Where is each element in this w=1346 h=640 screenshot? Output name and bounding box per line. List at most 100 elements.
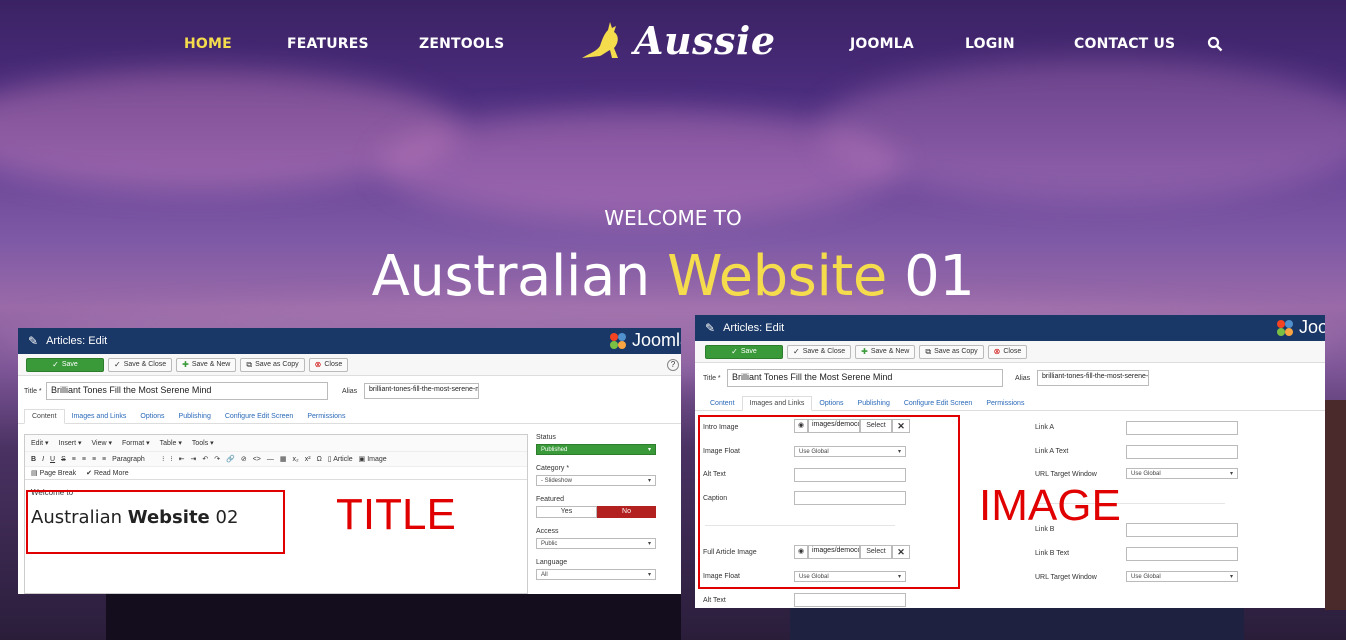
save-new-button[interactable]: ✚ Save & New: [176, 357, 237, 372]
close-button[interactable]: ⊗ Close: [987, 344, 1028, 359]
image-button[interactable]: ▣ Image: [359, 455, 387, 463]
save-button[interactable]: ✓ Save: [705, 344, 783, 359]
menu-format[interactable]: Format ▾: [122, 439, 150, 447]
omega-icon[interactable]: Ω: [317, 456, 322, 463]
tab-options[interactable]: Options: [133, 410, 171, 423]
strikethrough-icon[interactable]: S: [61, 456, 66, 463]
editor-menubar: Edit ▾ Insert ▾ View ▾ Format ▾ Table ▾ …: [25, 435, 527, 452]
editor-header-title: Articles: Edit: [46, 335, 108, 347]
tab-options[interactable]: Options: [812, 397, 850, 410]
save-close-button[interactable]: ✓ Save & Close: [787, 344, 852, 359]
alt-text2-input[interactable]: [794, 593, 906, 607]
table-icon[interactable]: ▦: [280, 455, 287, 463]
joomla-icon: [1277, 319, 1293, 336]
title-label: Title *: [24, 387, 42, 395]
italic-icon[interactable]: I: [42, 456, 44, 463]
subscript-icon[interactable]: x₂: [293, 456, 299, 463]
nav-contact-us[interactable]: CONTACT US: [1074, 36, 1175, 52]
url-target2-label: URL Target Window: [1035, 574, 1097, 581]
url-target-select[interactable]: Use Global ▾: [1126, 468, 1238, 479]
alias-input[interactable]: brilliant-tones-fill-the-most-serene-m: [364, 383, 479, 399]
featured-toggle: Yes No: [536, 506, 656, 518]
site-logo[interactable]: Aussie: [578, 16, 776, 64]
link-a-text-label: Link A Text: [1035, 448, 1069, 455]
access-select[interactable]: Public ▾: [536, 538, 656, 549]
search-icon[interactable]: [1207, 36, 1223, 52]
logo-text: Aussie: [634, 17, 776, 63]
top-navigation: HOME FEATURES ZENTOOLS Aussie JOOMLA LOG…: [0, 0, 1346, 90]
number-list-icon[interactable]: ⁝: [170, 455, 172, 463]
category-select[interactable]: - Slideshow ▾: [536, 475, 656, 486]
title-input[interactable]: Brilliant Tones Fill the Most Serene Min…: [727, 369, 1003, 387]
tab-images-links[interactable]: Images and Links: [65, 410, 134, 423]
superscript-icon[interactable]: x²: [305, 456, 311, 463]
save-copy-button[interactable]: ⧉ Save as Copy: [240, 357, 305, 372]
article-button[interactable]: ▯ Article: [328, 455, 353, 463]
link-a-text-input[interactable]: [1126, 445, 1238, 459]
nav-joomla[interactable]: JOOMLA: [850, 36, 914, 52]
link-a-input[interactable]: [1126, 421, 1238, 435]
menu-insert[interactable]: Insert ▾: [59, 439, 82, 447]
nav-home[interactable]: HOME: [184, 36, 232, 52]
menu-view[interactable]: View ▾: [92, 439, 113, 447]
help-icon[interactable]: ?: [667, 358, 679, 371]
tab-images-links[interactable]: Images and Links: [741, 396, 813, 411]
joomla-icon: [610, 332, 626, 349]
outdent-icon[interactable]: ⇤: [179, 455, 185, 463]
category-label: Category *: [536, 465, 570, 472]
tab-publishing[interactable]: Publishing: [172, 410, 218, 423]
nav-features[interactable]: FEATURES: [287, 36, 369, 52]
title-input[interactable]: Brilliant Tones Fill the Most Serene Min…: [46, 382, 328, 400]
tab-configure-edit[interactable]: Configure Edit Screen: [897, 397, 979, 410]
menu-table[interactable]: Table ▾: [160, 439, 182, 447]
nav-login[interactable]: LOGIN: [965, 36, 1015, 52]
align-center-icon[interactable]: ≡: [82, 456, 86, 463]
align-right-icon[interactable]: ≡: [92, 456, 96, 463]
city-skyline: [1325, 400, 1346, 610]
redo-icon[interactable]: ↷: [214, 455, 220, 463]
undo-icon[interactable]: ↶: [202, 455, 208, 463]
bullet-list-icon[interactable]: ⁝: [162, 455, 164, 463]
alias-input[interactable]: brilliant-tones-fill-the-most-serene-r: [1037, 370, 1149, 386]
save-button[interactable]: ✓ Save: [26, 357, 104, 372]
save-new-button[interactable]: ✚ Save & New: [855, 344, 916, 359]
tab-publishing[interactable]: Publishing: [851, 397, 897, 410]
image-highlight-box: [698, 415, 960, 589]
indent-icon[interactable]: ⇥: [190, 455, 196, 463]
article-editor-images: ✎ Articles: Edit Joo ✓ Save ✓ Save & Close…: [695, 315, 1325, 608]
underline-icon[interactable]: U: [50, 456, 55, 463]
tab-permissions[interactable]: Permissions: [979, 397, 1031, 410]
link-icon[interactable]: 🔗: [226, 455, 235, 463]
tab-content[interactable]: Content: [24, 409, 65, 424]
format-select[interactable]: Paragraph: [112, 456, 156, 463]
editor-toolbar: ✓ Save ✓ Save & Close ✚ Save & New ⧉ Save as…: [695, 341, 1325, 363]
editor-sidebar: Status Published ▾ Category * - Slideshow…: [536, 434, 656, 580]
save-copy-button[interactable]: ⧉ Save as Copy: [919, 344, 984, 359]
unlink-icon[interactable]: ⊘: [241, 455, 247, 463]
bold-icon[interactable]: B: [31, 456, 36, 463]
tab-configure-edit[interactable]: Configure Edit Screen: [218, 410, 300, 423]
editor-header-title: Articles: Edit: [723, 322, 785, 334]
code-icon[interactable]: <>: [253, 456, 261, 463]
tab-permissions[interactable]: Permissions: [300, 410, 352, 423]
menu-tools[interactable]: Tools ▾: [192, 439, 214, 447]
save-close-button[interactable]: ✓ Save & Close: [108, 357, 173, 372]
language-select[interactable]: All ▾: [536, 569, 656, 580]
link-b-input[interactable]: [1126, 523, 1238, 537]
status-select[interactable]: Published ▾: [536, 444, 656, 455]
close-button[interactable]: ⊗ Close: [308, 357, 349, 372]
nav-zentools[interactable]: ZENTOOLS: [419, 36, 504, 52]
align-left-icon[interactable]: ≡: [72, 456, 76, 463]
hr-icon[interactable]: —: [267, 456, 274, 463]
link-b-text-label: Link B Text: [1035, 550, 1070, 557]
featured-no-button[interactable]: No: [597, 506, 656, 518]
page-break-button[interactable]: ▤ Page Break: [31, 469, 76, 477]
read-more-button[interactable]: ✔ Read More: [86, 469, 128, 477]
title-callout: TITLE: [336, 490, 456, 539]
featured-yes-button[interactable]: Yes: [536, 506, 597, 518]
justify-icon[interactable]: ≡: [102, 456, 106, 463]
link-b-text-input[interactable]: [1126, 547, 1238, 561]
menu-edit[interactable]: Edit ▾: [31, 439, 49, 447]
tab-content[interactable]: Content: [703, 397, 742, 410]
url-target2-select[interactable]: Use Global ▾: [1126, 571, 1238, 582]
